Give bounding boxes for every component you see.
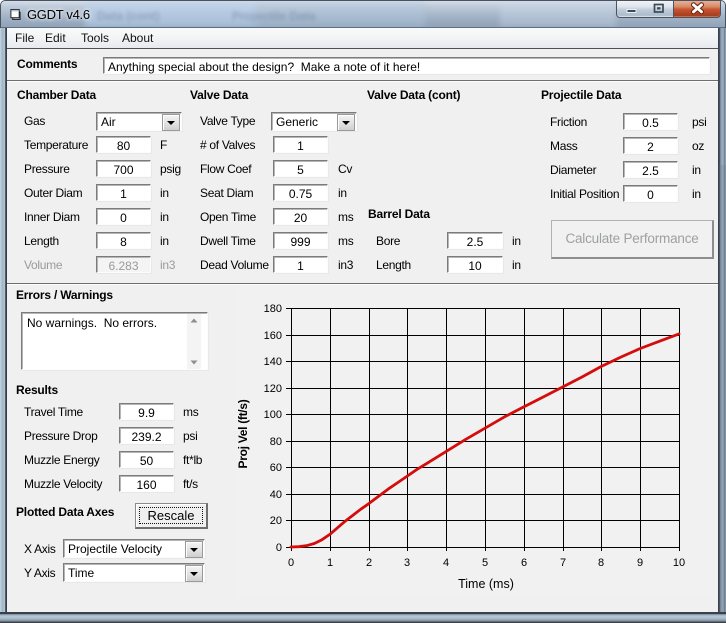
svg-text:0: 0 bbox=[288, 557, 294, 569]
svg-text:160: 160 bbox=[264, 330, 282, 342]
svg-text:Proj Vel (ft/s): Proj Vel (ft/s) bbox=[236, 399, 250, 468]
svg-text:140: 140 bbox=[264, 356, 282, 368]
svg-text:10: 10 bbox=[673, 557, 685, 569]
svg-text:2: 2 bbox=[366, 557, 372, 569]
svg-text:80: 80 bbox=[270, 436, 282, 448]
svg-text:6: 6 bbox=[521, 557, 527, 569]
svg-text:20: 20 bbox=[270, 515, 282, 527]
svg-text:180: 180 bbox=[264, 303, 282, 315]
svg-text:100: 100 bbox=[264, 409, 282, 421]
svg-text:3: 3 bbox=[404, 557, 410, 569]
svg-text:1: 1 bbox=[327, 557, 333, 569]
svg-text:Time (ms): Time (ms) bbox=[458, 577, 514, 591]
svg-text:40: 40 bbox=[270, 489, 282, 501]
svg-text:7: 7 bbox=[560, 557, 566, 569]
svg-text:8: 8 bbox=[598, 557, 604, 569]
svg-text:5: 5 bbox=[482, 557, 488, 569]
svg-text:120: 120 bbox=[264, 383, 282, 395]
svg-text:60: 60 bbox=[270, 462, 282, 474]
svg-text:0: 0 bbox=[276, 542, 282, 554]
svg-text:4: 4 bbox=[443, 557, 449, 569]
svg-text:9: 9 bbox=[637, 557, 643, 569]
